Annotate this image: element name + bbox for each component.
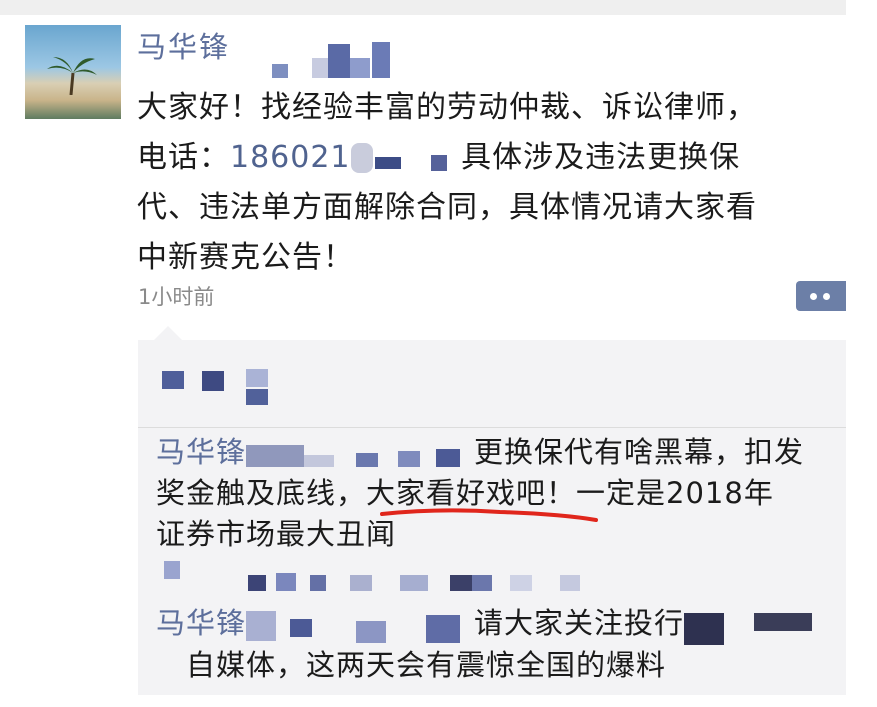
post-line-3: 代、违法单方面解除合同，具体情况请大家看 bbox=[137, 190, 757, 225]
redaction-mosaic bbox=[150, 555, 620, 600]
red-underline-mark bbox=[380, 508, 598, 522]
avatar[interactable] bbox=[25, 25, 121, 119]
phone-number[interactable]: 186021 bbox=[230, 140, 451, 175]
panel-divider bbox=[138, 427, 846, 428]
likes-row bbox=[162, 367, 272, 407]
post-line-2: 电话：186021 具体涉及违法更换保 bbox=[137, 133, 842, 183]
post-timestamp: 1小时前 bbox=[138, 285, 215, 309]
phone-label: 电话： bbox=[137, 140, 230, 175]
comment-text: 请大家关注投行 bbox=[474, 606, 685, 640]
more-dots-icon[interactable] bbox=[796, 281, 846, 311]
post-line-4: 中新赛克公告！ bbox=[137, 240, 354, 275]
comment-author[interactable]: 马华锋 bbox=[156, 606, 246, 640]
post-line-1: 大家好！找经验丰富的劳动仲裁、诉讼律师， bbox=[137, 90, 757, 125]
post-author-name[interactable]: 马华锋 bbox=[137, 30, 230, 64]
comment-text: 更换保代有啥黑幕，扣发 bbox=[474, 435, 805, 469]
top-bar bbox=[0, 0, 846, 15]
palm-tree-icon bbox=[47, 57, 97, 95]
comment-item[interactable]: 马华锋 请大家关注投行 自媒体，这两天会有震惊全国的爆料 bbox=[156, 603, 836, 686]
redaction-mosaic bbox=[262, 36, 412, 81]
post-line-2-text: 具体涉及违法更换保 bbox=[461, 140, 741, 175]
comment-text: 自媒体，这两天会有震惊全国的爆料 bbox=[186, 648, 667, 682]
comment-item[interactable]: 马华锋 更换保代有啥黑幕，扣发 奖金触及底线，大家看好戏吧！一定是2018年 证… bbox=[156, 432, 836, 555]
comment-author[interactable]: 马华锋 bbox=[156, 435, 246, 469]
post-author[interactable]: 马华锋 bbox=[137, 24, 230, 66]
post-content: 大家好！找经验丰富的劳动仲裁、诉讼律师， 电话：186021 具体涉及违法更换保… bbox=[137, 83, 842, 283]
